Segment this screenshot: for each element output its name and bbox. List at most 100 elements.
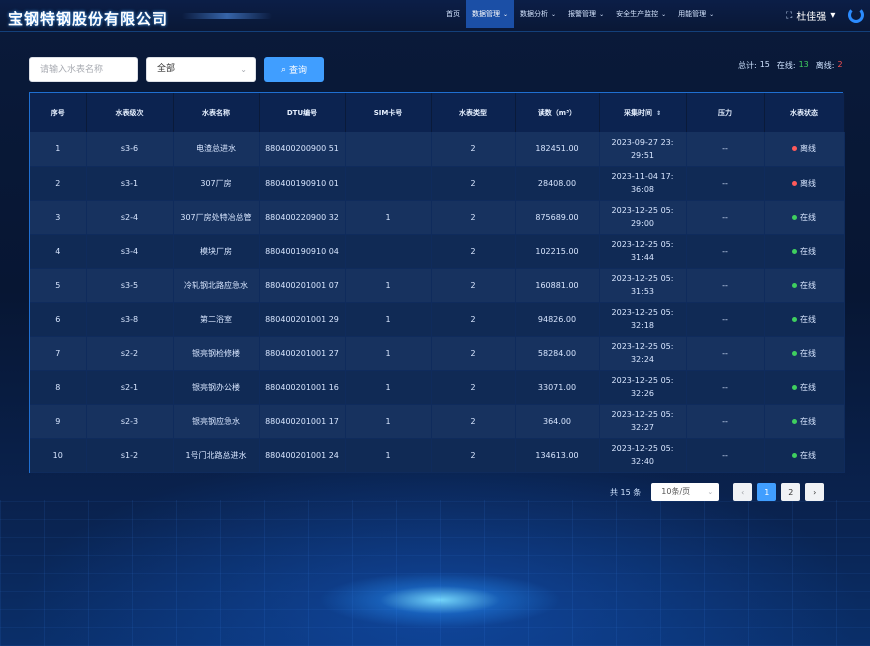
cell-name: 电渣总进水	[173, 132, 260, 167]
meter-table: 序号 水表级次 水表名称 DTU编号 SIM卡号 水表类型 读数（m³） 采集时间 ⇕ 压力 水表状…	[29, 92, 845, 473]
cell-time: 2023-12-25 05: 29:00	[599, 200, 687, 235]
chevron-down-icon: ⌄	[709, 10, 715, 18]
main-nav: 首页 数据管理 ⌄ 数据分析 ⌄ 报警管理 ⌄ 安全生产监控 ⌄ 用能管理 ⌄	[440, 0, 720, 28]
cell-time: 2023-12-25 05: 32:24	[599, 336, 687, 371]
table-row[interactable]: 9 s2-3 银亮钢应急水 880400201001 17 1 2 364.00 2023-1…	[30, 404, 845, 439]
nav-item-2[interactable]: 数据分析 ⌄	[514, 0, 562, 28]
chevron-down-icon: ⌄	[240, 65, 247, 74]
cell-status: 在线	[764, 200, 845, 235]
column-header-label: 水表级次	[115, 108, 144, 117]
cell-type: 2	[431, 166, 516, 201]
cell-status: 在线	[764, 336, 845, 371]
status-text: 在线	[800, 416, 816, 426]
total-value: 15	[759, 60, 770, 69]
cell-pressure: --	[686, 132, 765, 167]
column-header-label: 水表状态	[790, 108, 818, 117]
cell-name: 银亮钢应急水	[173, 404, 260, 439]
cell-pressure: --	[686, 166, 765, 201]
search-icon: ⌕	[280, 64, 287, 75]
cell-level: s3-6	[86, 132, 174, 167]
column-header-label: 水表名称	[202, 108, 230, 117]
sort-icon[interactable]: ⇕	[656, 110, 661, 117]
cell-type: 2	[431, 438, 516, 473]
table-row[interactable]: 1 s3-6 电渣总进水 880400200900 51 2 182451.00 2023-…	[30, 132, 845, 167]
column-header-label: SIM卡号	[373, 108, 403, 117]
cell-dtu: 880400201001 07	[259, 268, 346, 303]
next-page-button[interactable]: ›	[805, 483, 825, 501]
meter-name-search-input[interactable]: 请输入水表名称	[29, 57, 138, 82]
status-text: 在线	[800, 348, 816, 358]
cell-reading: 28408.00	[515, 166, 600, 201]
table-row[interactable]: 3 s2-4 307厂房处特冶总管 880400220900 32 1 2 875689.0…	[30, 200, 845, 235]
nav-item-0[interactable]: 首页	[440, 0, 466, 28]
column-header[interactable]: 采集时间 ⇕	[599, 93, 687, 132]
user-menu[interactable]: ⛶ 杜佳强 ▾	[786, 8, 835, 23]
user-name[interactable]: 杜佳强	[796, 8, 826, 23]
cell-time: 2023-11-04 17: 36:08	[599, 166, 687, 201]
total-label: 总计:	[738, 61, 757, 70]
query-button[interactable]: ⌕ 查询	[264, 57, 324, 82]
column-header: SIM卡号	[345, 93, 432, 132]
column-header: 水表名称	[173, 93, 260, 132]
cell-sim: 1	[345, 438, 432, 473]
cell-type: 2	[431, 234, 516, 269]
cell-level: s3-8	[86, 302, 174, 337]
cell-type: 2	[431, 336, 516, 371]
cell-sim: 1	[345, 404, 432, 439]
cell-sim	[345, 234, 432, 269]
online-value: 13	[798, 60, 809, 69]
offline-value: 2	[837, 60, 843, 69]
cell-reading: 875689.00	[515, 200, 600, 235]
cell-dtu: 880400201001 29	[259, 302, 346, 337]
cell-no: 5	[30, 268, 87, 303]
page-size-select[interactable]: 10条/页 ⌄	[651, 483, 720, 501]
nav-item-label: 数据管理	[472, 10, 500, 18]
prev-page-button[interactable]: ‹	[733, 483, 753, 501]
cell-name: 银亮钢办公楼	[173, 370, 260, 405]
table-row[interactable]: 6 s3-8 第二浴室 880400201001 29 1 2 94826.00 2023-1…	[30, 302, 845, 337]
nav-item-4[interactable]: 安全生产监控 ⌄	[610, 0, 672, 28]
status-text: 在线	[800, 212, 816, 222]
cell-reading: 160881.00	[515, 268, 600, 303]
cell-no: 4	[30, 234, 87, 269]
status-select[interactable]: 全部 ⌄	[146, 57, 256, 82]
cell-pressure: --	[686, 268, 765, 303]
page-button[interactable]: 1	[757, 483, 777, 501]
cell-type: 2	[431, 200, 516, 235]
status-dot-icon	[792, 248, 797, 254]
cell-no: 7	[30, 336, 87, 371]
table-body: 1 s3-6 电渣总进水 880400200900 51 2 182451.00 2023-…	[30, 132, 845, 473]
column-header: 压力	[686, 93, 765, 132]
table-row[interactable]: 10 s1-2 1号门北路总进水 880400201001 24 1 2 134613.00…	[30, 438, 845, 473]
cell-time: 2023-12-25 05: 31:53	[599, 268, 687, 303]
status-text: 在线	[800, 280, 816, 290]
cell-time: 2023-12-25 05: 32:40	[599, 438, 687, 473]
top-header: 宝钢特钢股份有限公司 首页 数据管理 ⌄ 数据分析 ⌄ 报警管理 ⌄ 安全生产监控 ⌄ 用能管理 ⌄…	[0, 0, 870, 32]
caret-down-icon[interactable]: ▾	[830, 10, 835, 21]
cell-sim: 1	[345, 302, 432, 337]
cell-no: 8	[30, 370, 87, 405]
nav-item-5[interactable]: 用能管理 ⌄	[672, 0, 720, 28]
online-label: 在线:	[776, 61, 796, 70]
table-row[interactable]: 5 s3-5 冷轧钢北路应急水 880400201001 07 1 2 160881.00 2…	[30, 268, 845, 303]
cell-type: 2	[431, 404, 516, 439]
company-logo-text: 宝钢特钢股份有限公司	[8, 10, 169, 28]
fullscreen-icon[interactable]: ⛶	[786, 11, 792, 21]
cell-name: 模块厂房	[173, 234, 260, 269]
table-row[interactable]: 2 s3-1 307厂房 880400190910 01 2 28408.00 2023-1…	[30, 166, 845, 201]
table-row[interactable]: 8 s2-1 银亮钢办公楼 880400201001 16 1 2 33071.00 2023…	[30, 370, 845, 405]
cell-sim: 1	[345, 200, 432, 235]
cell-time: 2023-12-25 05: 31:44	[599, 234, 687, 269]
cell-dtu: 880400201001 16	[259, 370, 346, 405]
column-header: 水表级次	[86, 93, 174, 132]
page-button[interactable]: 2	[781, 483, 801, 501]
cell-sim: 1	[345, 336, 432, 371]
nav-item-3[interactable]: 报警管理 ⌄	[562, 0, 610, 28]
cell-level: s3-1	[86, 166, 174, 201]
meter-stats: 总计: 15 在线: 13 离线: 2	[738, 60, 843, 71]
status-select-value: 全部	[157, 64, 176, 74]
table-row[interactable]: 7 s2-2 银亮钢检修楼 880400201001 27 1 2 58284.00 2023…	[30, 336, 845, 371]
table-row[interactable]: 4 s3-4 模块厂房 880400190910 04 2 102215.00 2023-1…	[30, 234, 845, 269]
nav-item-1[interactable]: 数据管理 ⌄	[466, 0, 515, 28]
cell-level: s2-2	[86, 336, 174, 371]
